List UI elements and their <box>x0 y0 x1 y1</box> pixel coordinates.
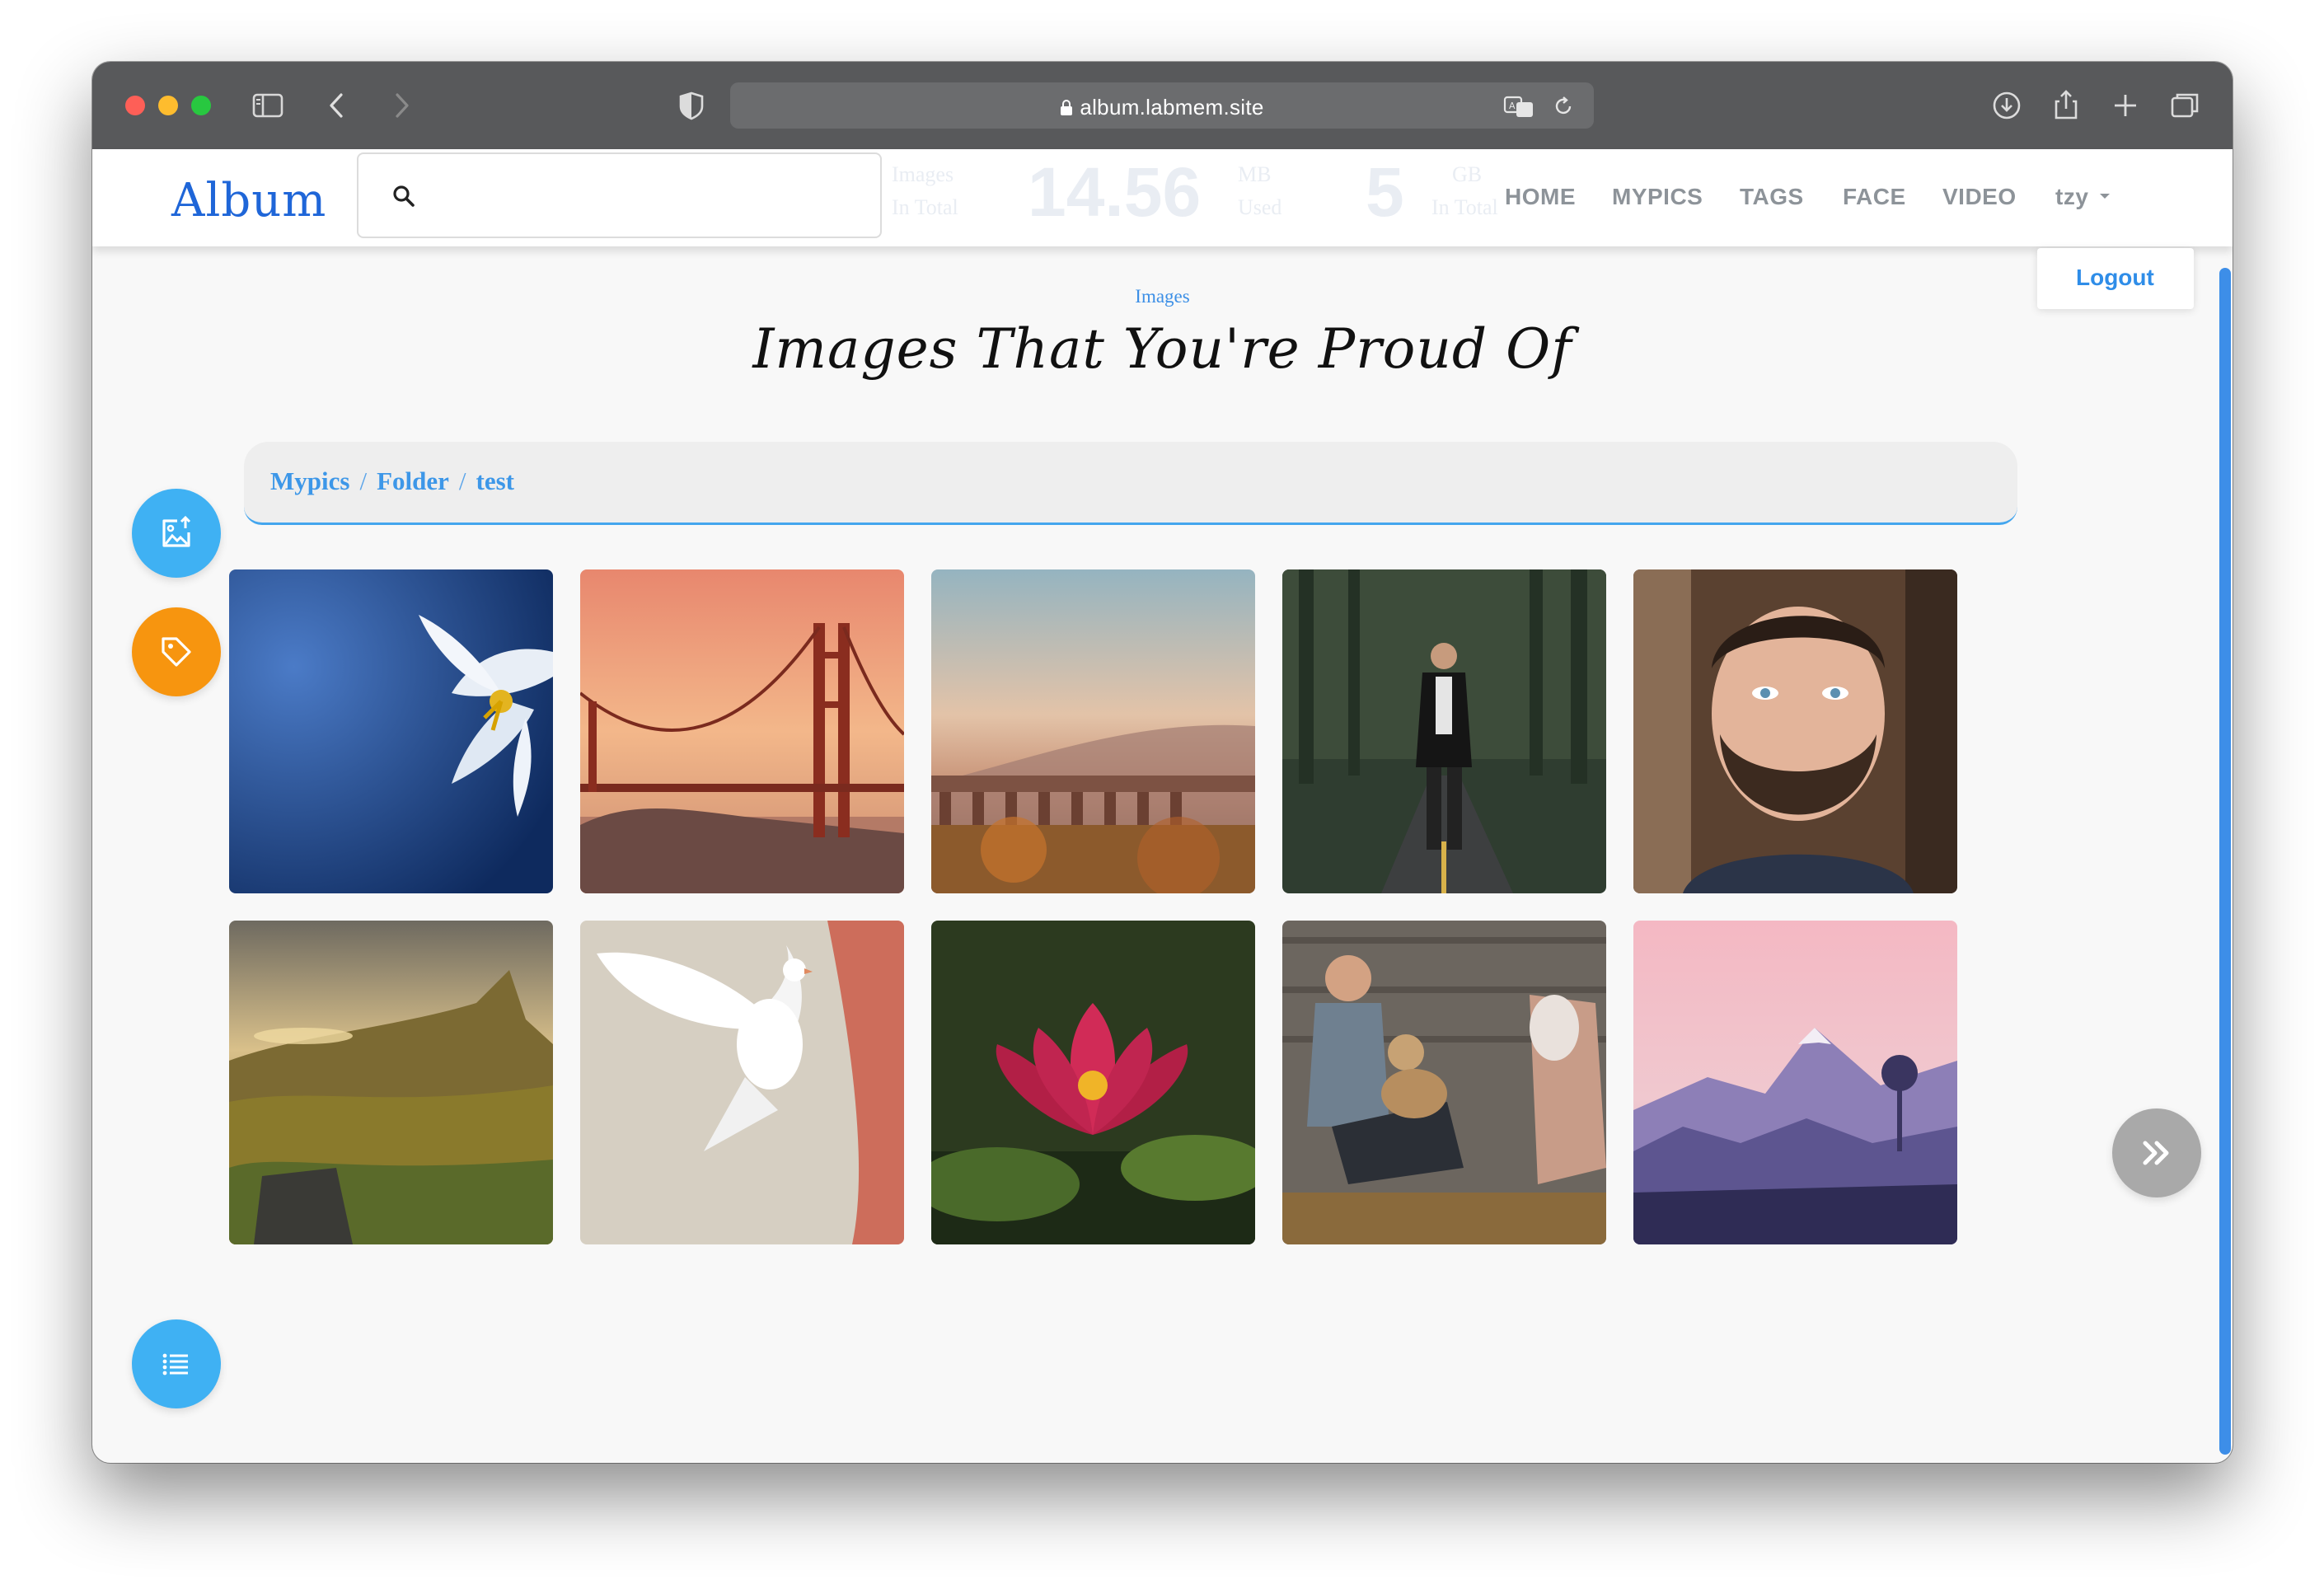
sidebar-icon[interactable] <box>249 87 287 124</box>
page-title: Images That You're Proud Of <box>752 317 1572 381</box>
breadcrumb-folder[interactable]: Folder <box>377 466 449 495</box>
man-on-road-image[interactable] <box>1282 569 1606 893</box>
maximize-window-button[interactable] <box>191 96 211 115</box>
friends-with-dog-image[interactable] <box>1282 921 1606 1244</box>
stat-gb-label-bottom: In Total <box>1431 195 1498 219</box>
search-icon <box>393 185 415 207</box>
stat-gb-label-top: GB <box>1452 162 1483 186</box>
minimize-window-button[interactable] <box>158 96 178 115</box>
user-menu-toggle[interactable]: tzy <box>2055 184 2111 210</box>
tab-overview-icon[interactable] <box>2166 87 2204 124</box>
site-header: Album Images In Total 14.56 MB Used 5 GB… <box>92 149 2233 246</box>
page-scrollbar[interactable] <box>2219 268 2231 1455</box>
stat-images-label-top: Images <box>892 162 954 186</box>
caret-down-icon <box>2099 194 2110 199</box>
upload-image-button[interactable] <box>132 489 221 578</box>
back-icon[interactable] <box>318 87 356 124</box>
share-icon[interactable] <box>2047 87 2085 124</box>
golden-gate-bridge-image[interactable] <box>580 569 904 893</box>
nav-tags[interactable]: TAGS <box>1740 184 1804 210</box>
nav-home[interactable]: HOME <box>1505 184 1576 210</box>
breadcrumb-separator: / <box>458 466 466 495</box>
reload-icon[interactable] <box>1551 94 1576 119</box>
brand-logo[interactable]: Album <box>171 174 326 227</box>
next-page-button[interactable] <box>2112 1108 2201 1197</box>
nav-mypics[interactable]: MYPICS <box>1612 184 1703 210</box>
lily-flower-image[interactable] <box>229 569 553 893</box>
browser-window: album.labmem.site A Album Images In Tota… <box>92 62 2233 1463</box>
logout-link[interactable]: Logout <box>2076 265 2154 291</box>
address-bar[interactable]: album.labmem.site A <box>730 82 1594 129</box>
breadcrumb-mypics[interactable]: Mypics <box>270 466 349 495</box>
section-subtitle: Images <box>1135 286 1190 307</box>
stat-images-label-bottom: In Total <box>892 195 958 219</box>
user-dropdown-menu: Logout <box>2037 248 2194 309</box>
search-input[interactable] <box>357 152 882 238</box>
close-window-button[interactable] <box>125 96 145 115</box>
download-icon[interactable] <box>1988 87 2026 124</box>
list-menu-button[interactable] <box>132 1319 221 1408</box>
lock-icon <box>1061 100 1073 115</box>
breadcrumb-test[interactable]: test <box>476 466 514 495</box>
stat-mb-label-top: MB <box>1238 162 1272 186</box>
svg-text:A: A <box>1509 101 1516 111</box>
browser-toolbar: album.labmem.site A <box>92 62 2233 150</box>
nav-video[interactable]: VIDEO <box>1942 184 2017 210</box>
tag-button[interactable] <box>132 607 221 696</box>
image-upload-icon <box>162 515 191 547</box>
highland-landscape-image[interactable] <box>229 921 553 1244</box>
list-icon <box>162 1353 188 1375</box>
translate-icon[interactable]: A <box>1503 92 1536 120</box>
forward-icon[interactable] <box>382 87 420 124</box>
white-dove-image[interactable] <box>580 921 904 1244</box>
breadcrumb: Mypics / Folder / test <box>244 442 2017 525</box>
breadcrumb-separator: / <box>359 466 368 495</box>
viaduct-sunset-image[interactable] <box>931 569 1255 893</box>
nav-face[interactable]: FACE <box>1843 184 1906 210</box>
stat-mb-label-bottom: Used <box>1238 195 1282 219</box>
user-name: tzy <box>2055 184 2089 209</box>
new-tab-icon[interactable] <box>2106 87 2144 124</box>
tag-icon <box>162 637 191 667</box>
stat-mb-value: 14.56 <box>1028 153 1202 231</box>
url-text: album.labmem.site <box>1080 95 1264 120</box>
stat-gb-value: 5 <box>1366 153 1404 231</box>
water-lily-image[interactable] <box>931 921 1255 1244</box>
privacy-shield-icon[interactable] <box>672 87 710 124</box>
purple-mountain-image[interactable] <box>1633 921 1957 1244</box>
bearded-man-image[interactable] <box>1633 569 1957 893</box>
double-chevron-right-icon <box>2143 1141 2169 1165</box>
